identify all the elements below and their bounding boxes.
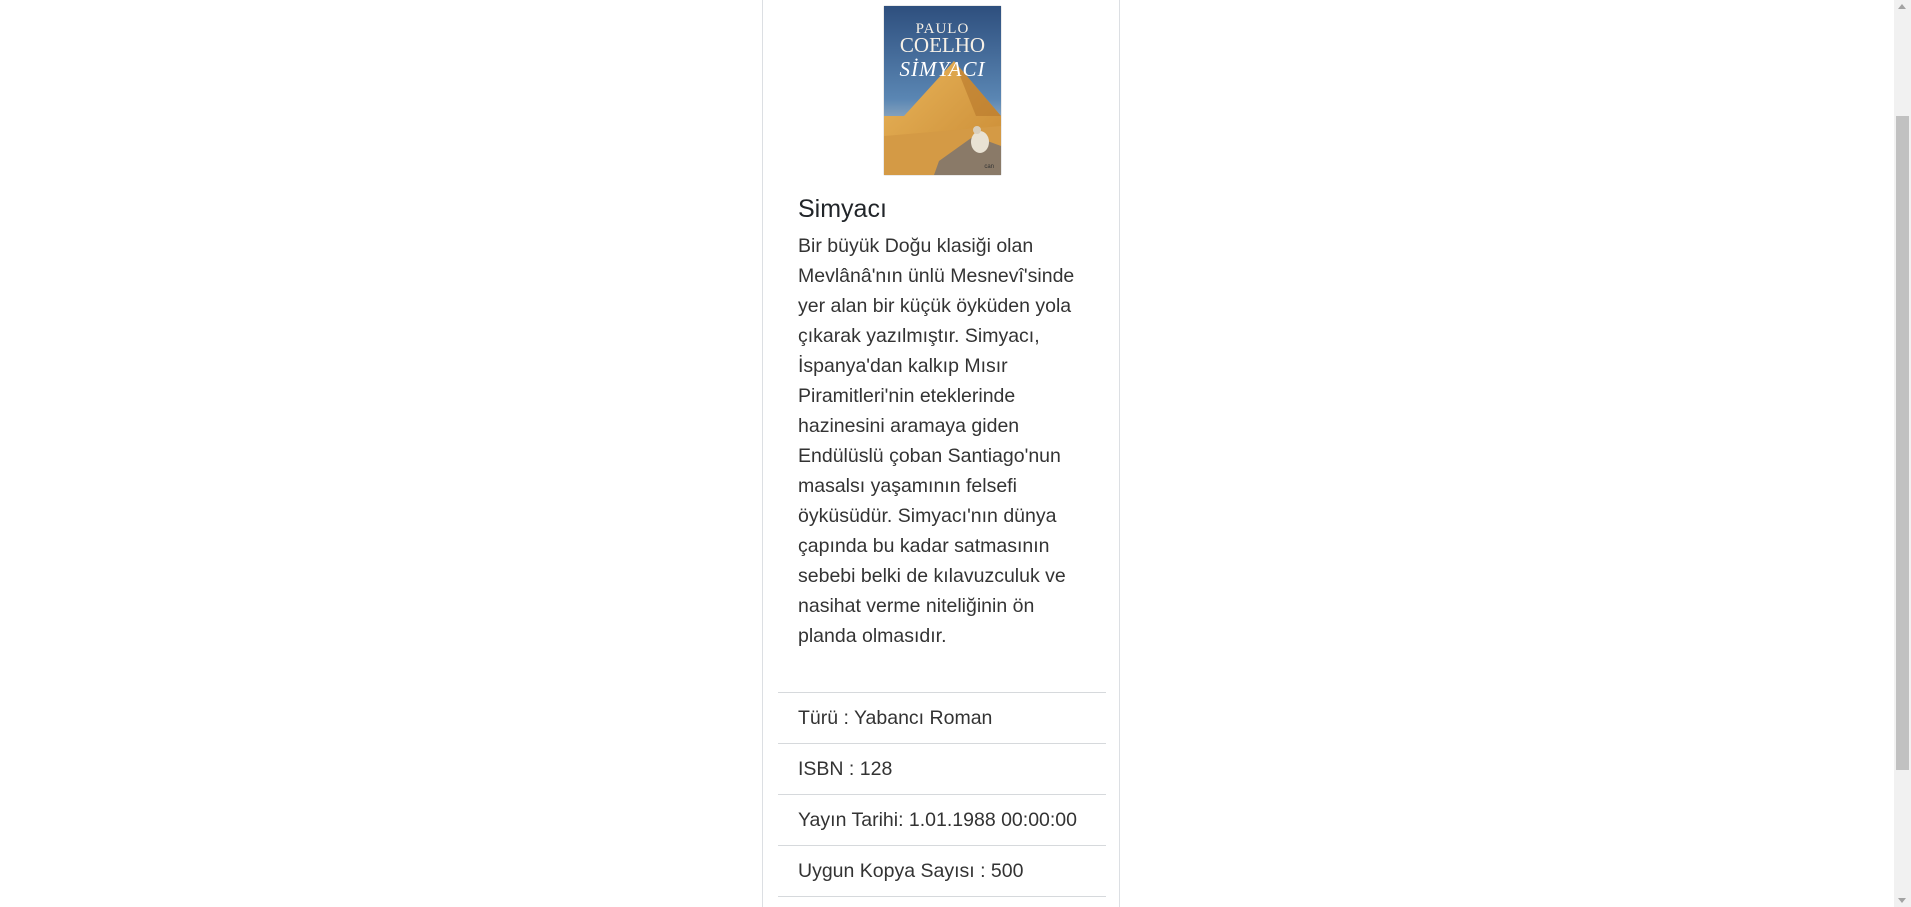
card-body: Simyacı Bir büyük Doğu klasiği olan Mevl…: [798, 191, 1088, 651]
book-cover-illustration: PAULO COELHO SİMYACI can: [884, 6, 1001, 175]
scroll-up-arrow-icon[interactable]: [1898, 4, 1906, 9]
book-title: Simyacı: [798, 195, 887, 223]
detail-publish-date: Yayın Tarihi: 1.01.1988 00:00:00: [778, 795, 1106, 846]
detail-available-copies: Uygun Kopya Sayısı : 500: [778, 846, 1106, 897]
book-description: Bir büyük Doğu klasiği olan Mevlânâ'nın …: [798, 235, 1075, 647]
scroll-down-arrow-icon[interactable]: [1898, 898, 1906, 903]
book-details-list: Türü : Yabancı Roman ISBN : 128 Yayın Ta…: [778, 692, 1106, 897]
scrollbar-thumb[interactable]: [1896, 116, 1909, 770]
page: PAULO COELHO SİMYACI can Simyacı Bir büy…: [0, 0, 1911, 907]
detail-genre: Türü : Yabancı Roman: [778, 693, 1106, 744]
cover-author-last-name: COELHO: [900, 33, 985, 57]
cover-title: SİMYACI: [899, 57, 985, 81]
vertical-scrollbar[interactable]: [1894, 0, 1911, 907]
cover-publisher-logo: can: [984, 164, 994, 170]
book-cover-image: PAULO COELHO SİMYACI can: [884, 6, 1001, 175]
detail-isbn: ISBN : 128: [778, 744, 1106, 795]
book-card: PAULO COELHO SİMYACI can Simyacı Bir büy…: [762, 0, 1120, 907]
